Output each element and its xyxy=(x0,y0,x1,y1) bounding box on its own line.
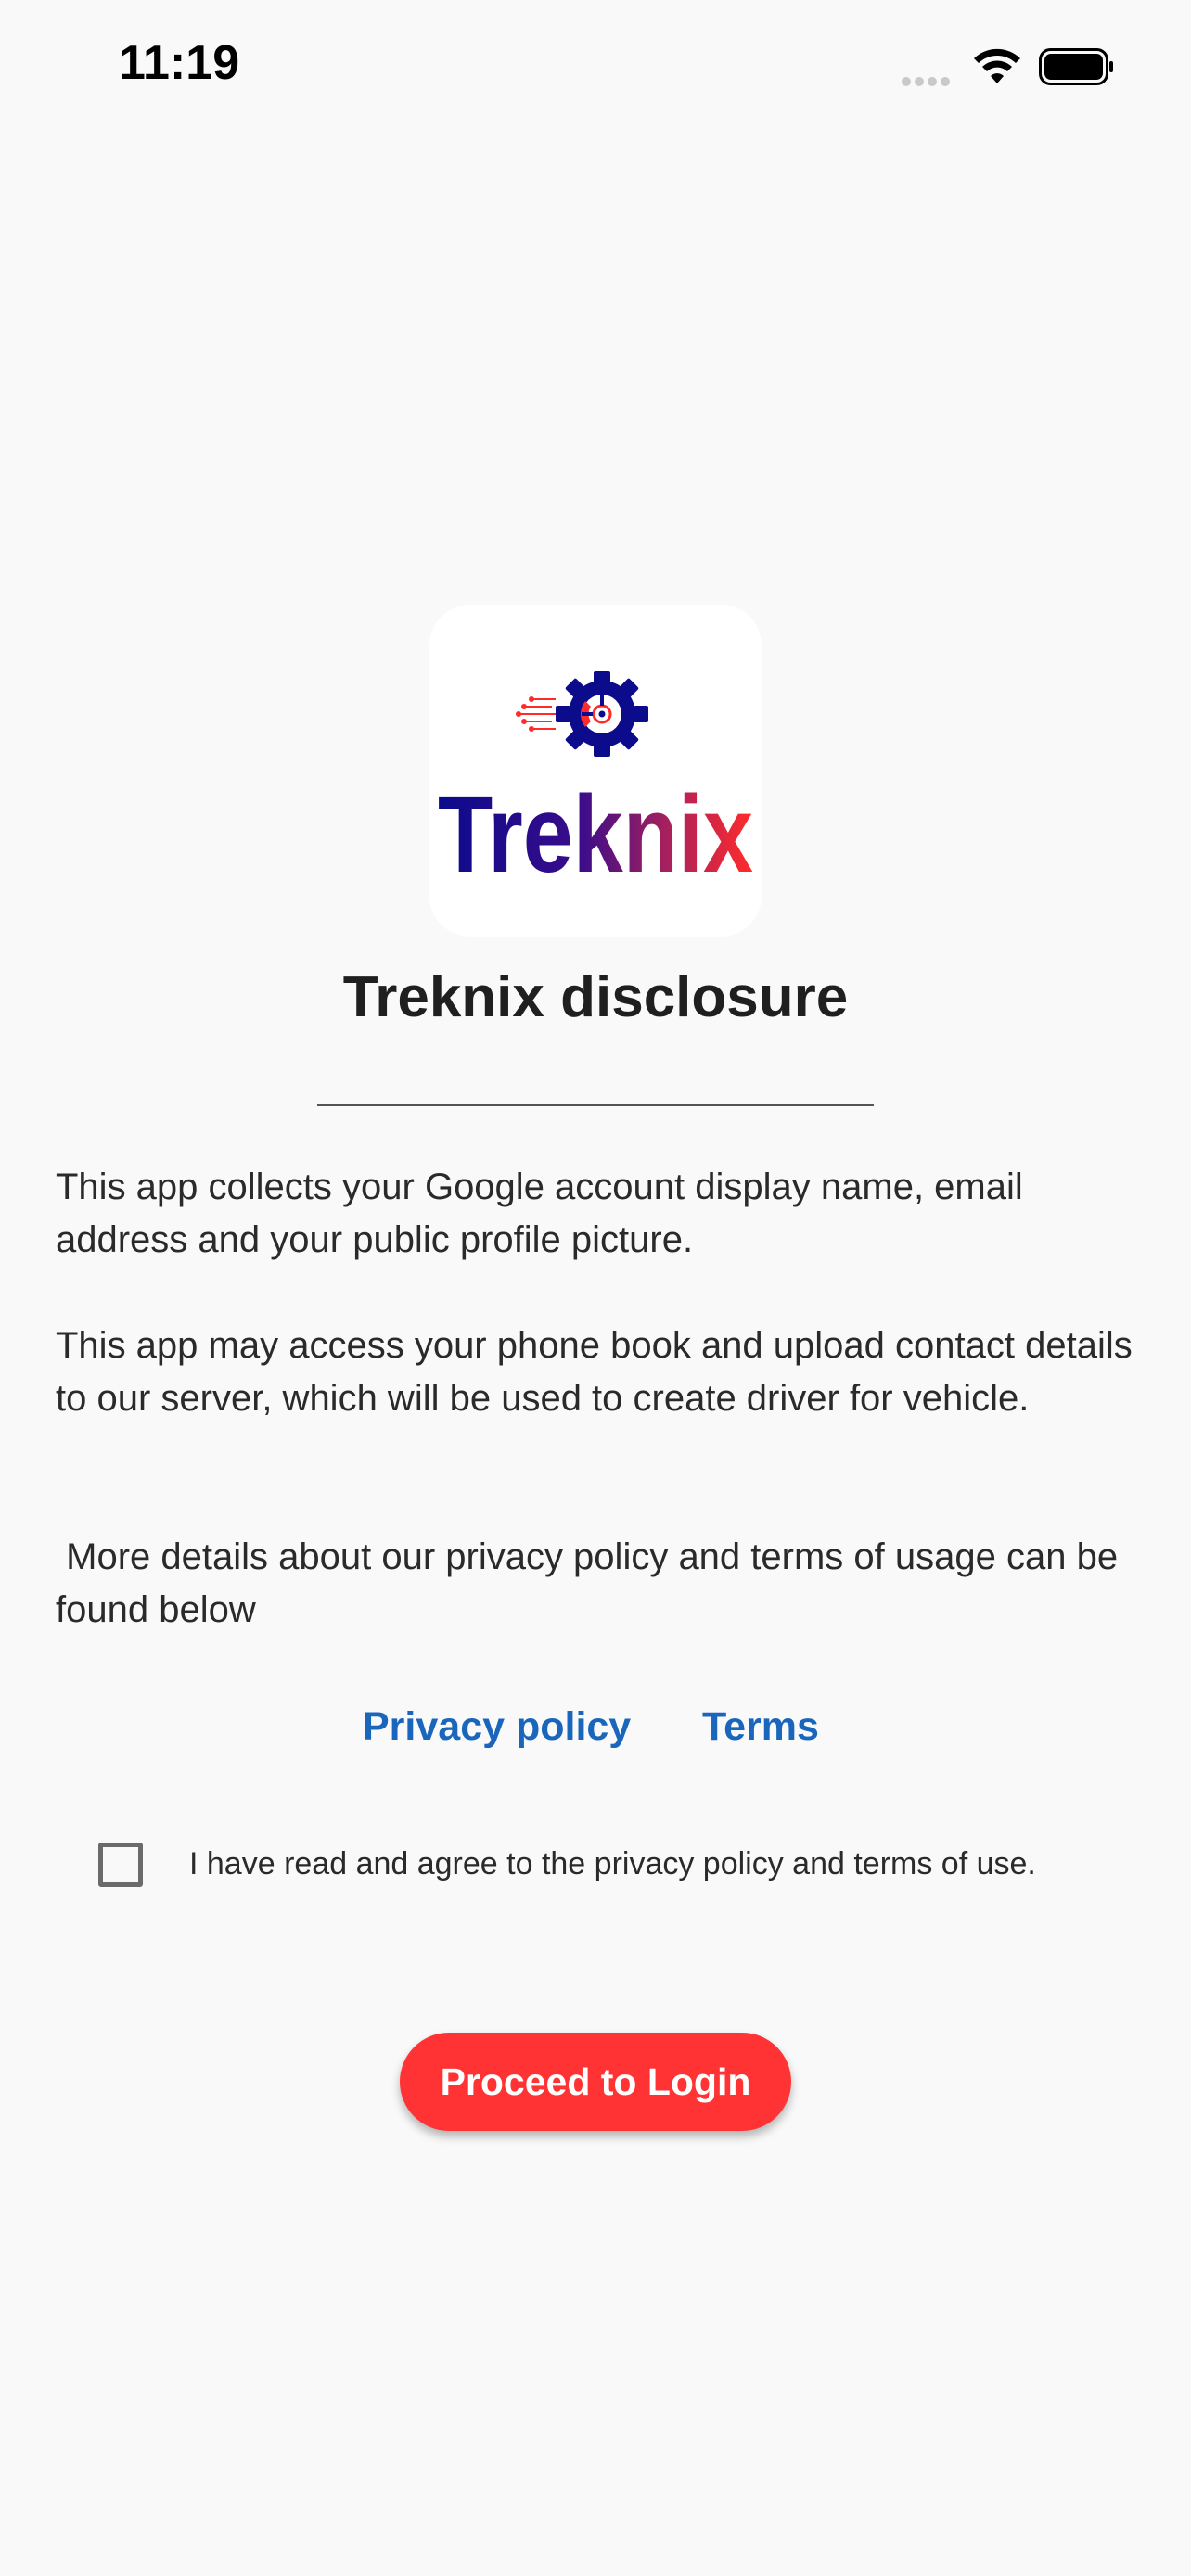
disclosure-paragraph-account: This app collects your Google account di… xyxy=(56,1167,1033,1260)
gear-logo-icon xyxy=(516,671,648,757)
proceed-to-login-button[interactable]: Proceed to Login xyxy=(400,2033,791,2131)
privacy-policy-link[interactable]: Privacy policy xyxy=(363,1704,631,1750)
battery-icon xyxy=(1039,48,1113,85)
status-time: 11:19 xyxy=(119,36,240,90)
disclosure-screen: 11:19 Treknix Treknix disclosure This ap… xyxy=(0,0,1191,2576)
wifi-icon xyxy=(974,48,1020,83)
svg-text:Treknix: Treknix xyxy=(438,773,753,890)
terms-link[interactable]: Terms xyxy=(702,1704,819,1750)
page-title: Treknix disclosure xyxy=(342,965,849,1029)
agree-checkbox-label[interactable]: I have read and agree to the privacy pol… xyxy=(189,1846,1036,1882)
disclosure-paragraph-more-details: More details about our privacy policy an… xyxy=(56,1537,1129,1630)
disclosure-paragraph-contacts: This app may access your phone book and … xyxy=(56,1325,1143,1419)
title-divider xyxy=(317,1104,874,1106)
cellular-signal-icon xyxy=(902,74,957,86)
agree-checkbox[interactable] xyxy=(98,1843,143,1887)
app-logo: Treknix xyxy=(429,605,762,937)
treknix-wordmark: Treknix xyxy=(438,773,753,890)
status-bar: 11:19 xyxy=(0,0,1191,139)
